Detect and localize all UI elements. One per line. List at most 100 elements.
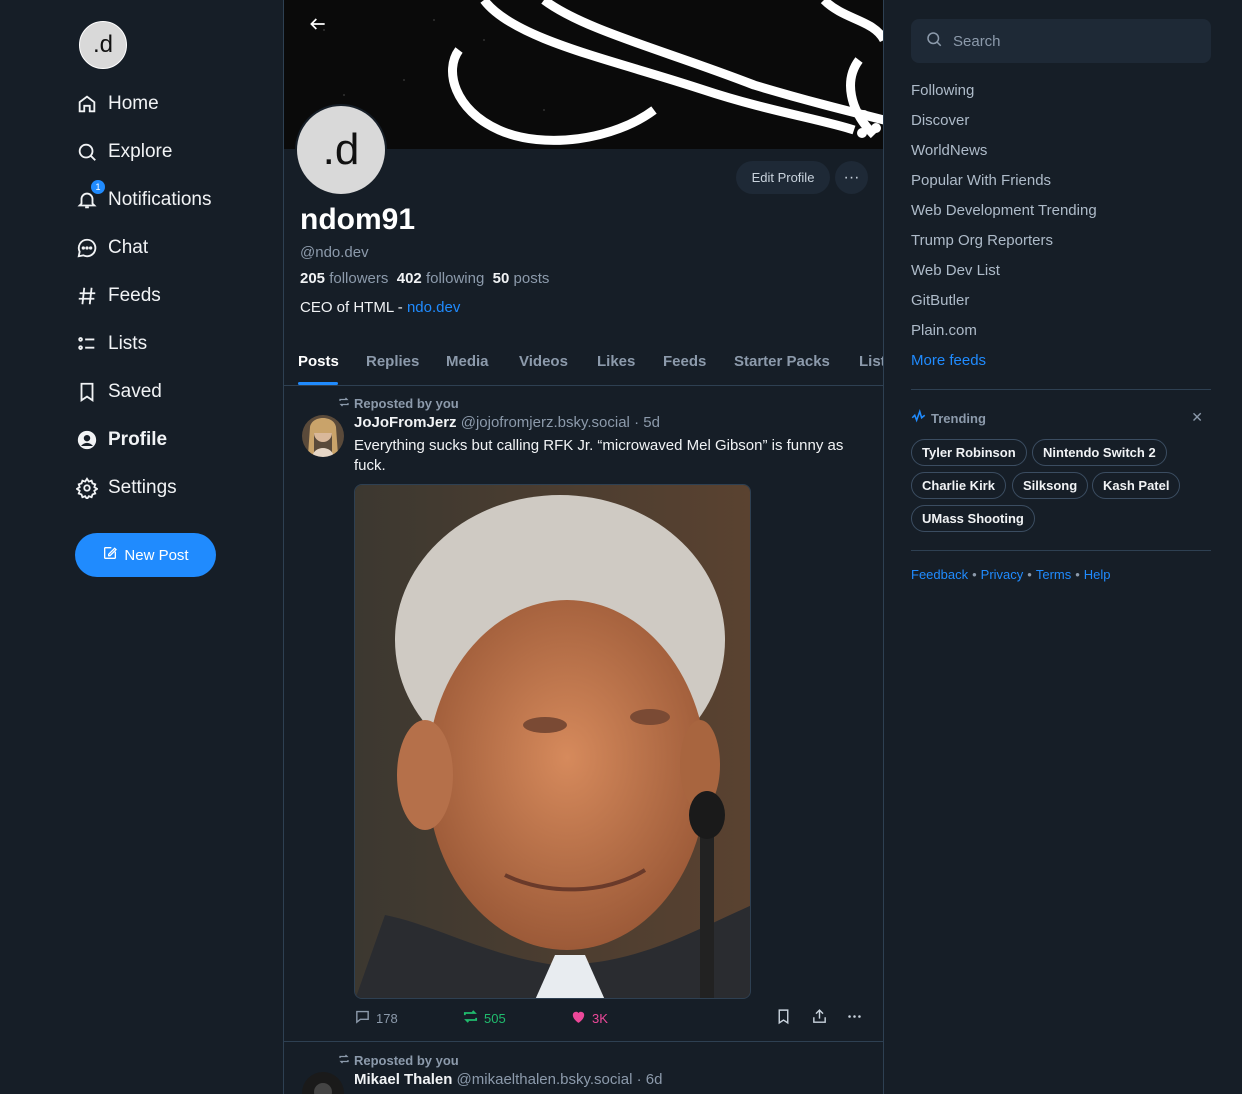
profile-more-button[interactable]: ···: [835, 161, 868, 194]
nav-home[interactable]: Home: [75, 86, 159, 122]
post-author-name[interactable]: Mikael Thalen: [354, 1071, 452, 1088]
post-divider: [284, 1041, 883, 1042]
profile-stats: 205 followers 402 following 50 posts: [300, 270, 549, 287]
active-tab-indicator: [298, 382, 338, 385]
tab-feeds[interactable]: Feeds: [663, 353, 706, 370]
tab-posts[interactable]: Posts: [298, 353, 339, 370]
footer-link-feedback[interactable]: Feedback: [911, 567, 968, 582]
profile-handle: @ndo.dev: [300, 244, 369, 261]
tab-replies[interactable]: Replies: [366, 353, 419, 370]
nav-lists[interactable]: Lists: [75, 326, 147, 362]
nav-profile[interactable]: Profile: [75, 422, 167, 458]
search-icon: [925, 30, 943, 53]
feed-link-discover[interactable]: Discover: [911, 112, 969, 129]
post-time: · 6d: [636, 1071, 663, 1088]
trending-topic[interactable]: Charlie Kirk: [911, 472, 1006, 499]
feed-link-trump-org-reporters[interactable]: Trump Org Reporters: [911, 232, 1053, 249]
feed-link-following[interactable]: Following: [911, 82, 974, 99]
post-text: Everything sucks but calling RFK Jr. “mi…: [354, 437, 844, 474]
trending-icon: [911, 408, 926, 427]
footer-link-privacy[interactable]: Privacy: [981, 567, 1024, 582]
search-input[interactable]: [953, 32, 1193, 50]
trending-header: Trending ✕: [911, 408, 1211, 427]
trending-topic[interactable]: UMass Shooting: [911, 505, 1035, 532]
bookmark-button[interactable]: [775, 1008, 792, 1028]
footer-link-help[interactable]: Help: [1084, 567, 1111, 582]
profile-bio: CEO of HTML - ndo.dev: [300, 299, 461, 316]
compose-icon: [102, 545, 118, 565]
nav-feeds[interactable]: Feeds: [75, 278, 161, 314]
bell-icon: 1: [75, 180, 105, 212]
like-button[interactable]: 3K: [570, 1008, 608, 1028]
tab-videos[interactable]: Videos: [519, 353, 568, 370]
trending-topic[interactable]: Silksong: [1012, 472, 1089, 499]
post-author-handle[interactable]: @mikaelthalen.bsky.social: [457, 1071, 633, 1088]
post-author-handle[interactable]: @jojofromjerz.bsky.social: [461, 414, 630, 431]
trending-topic[interactable]: Nintendo Switch 2: [1032, 439, 1167, 466]
following-stat[interactable]: 402 following: [397, 270, 485, 287]
tab-likes[interactable]: Likes: [597, 353, 635, 370]
chat-icon: [75, 236, 99, 260]
feed-link-gitbutler[interactable]: GitButler: [911, 292, 969, 309]
nav-explore[interactable]: Explore: [75, 134, 172, 170]
nav-notifications[interactable]: 1 Notifications: [75, 180, 212, 218]
edit-profile-button[interactable]: Edit Profile: [736, 161, 830, 194]
tab-starter-packs[interactable]: Starter Packs: [734, 353, 830, 370]
repost-indicator: Reposted by you: [338, 396, 459, 411]
feed-link-plain[interactable]: Plain.com: [911, 322, 977, 339]
post-more-button[interactable]: [846, 1008, 863, 1028]
nav-home-label: Home: [108, 93, 159, 114]
gear-icon: [75, 476, 99, 500]
back-arrow-icon[interactable]: [306, 12, 330, 36]
reply-button[interactable]: 178: [354, 1008, 398, 1028]
post-image[interactable]: [354, 484, 751, 999]
post-time: · 5d: [634, 414, 660, 431]
profile-avatar[interactable]: .d: [295, 104, 387, 196]
search-box[interactable]: [911, 19, 1211, 63]
nav-saved-label: Saved: [108, 381, 162, 402]
followers-stat[interactable]: 205 followers: [300, 270, 388, 287]
post-author-name[interactable]: JoJoFromJerz: [354, 414, 457, 431]
bio-link[interactable]: ndo.dev: [407, 299, 460, 316]
feed-link-popular-with-friends[interactable]: Popular With Friends: [911, 172, 1051, 189]
tab-lists[interactable]: Lists: [859, 353, 883, 370]
nav-explore-label: Explore: [108, 141, 173, 162]
repost-active-icon: [462, 1008, 479, 1028]
post-meta: Mikael Thalen @mikaelthalen.bsky.social …: [354, 1071, 662, 1088]
user-avatar-logo[interactable]: .d: [79, 21, 127, 69]
trending-topic[interactable]: Tyler Robinson: [911, 439, 1027, 466]
repost-count: 505: [484, 1010, 506, 1026]
reply-count: 178: [376, 1010, 398, 1026]
footer-link-terms[interactable]: Terms: [1036, 567, 1071, 582]
repost-button[interactable]: 505: [462, 1008, 506, 1028]
nav-chat-label: Chat: [108, 237, 149, 258]
list-icon: [75, 332, 99, 356]
more-feeds-link[interactable]: More feeds: [911, 352, 986, 369]
divider: [911, 550, 1211, 551]
post-meta: JoJoFromJerz @jojofromjerz.bsky.social ·…: [354, 414, 660, 431]
share-icon: [811, 1008, 828, 1028]
nav-chat[interactable]: Chat: [75, 230, 148, 266]
profile-display-name: ndom91: [300, 203, 416, 236]
close-icon[interactable]: ✕: [1191, 409, 1203, 426]
post-author-avatar[interactable]: [302, 1072, 344, 1094]
footer-links: Feedback • Privacy • Terms • Help: [911, 567, 1111, 582]
trending-topic[interactable]: Kash Patel: [1092, 472, 1181, 499]
nav-settings[interactable]: Settings: [75, 470, 177, 506]
nav-saved[interactable]: Saved: [75, 374, 162, 410]
feed-link-worldnews[interactable]: WorldNews: [911, 142, 987, 159]
like-count: 3K: [592, 1010, 608, 1026]
new-post-button[interactable]: New Post: [75, 533, 216, 577]
left-navigation: .d Home Explore 1 Notifications Chat Fee…: [0, 0, 283, 1094]
profile-tabs: Posts Replies Media Videos Likes Feeds S…: [284, 340, 883, 386]
share-button[interactable]: [811, 1008, 828, 1028]
profile-icon: [75, 428, 99, 452]
nav-notifications-label: Notifications: [108, 189, 212, 210]
home-icon: [75, 92, 99, 116]
tab-media[interactable]: Media: [446, 353, 489, 370]
post-author-avatar[interactable]: [302, 415, 344, 457]
heart-filled-icon: [570, 1008, 587, 1028]
feed-link-web-dev-list[interactable]: Web Dev List: [911, 262, 1000, 279]
feed-link-web-development-trending[interactable]: Web Development Trending: [911, 202, 1097, 219]
bookmark-icon: [75, 380, 99, 404]
